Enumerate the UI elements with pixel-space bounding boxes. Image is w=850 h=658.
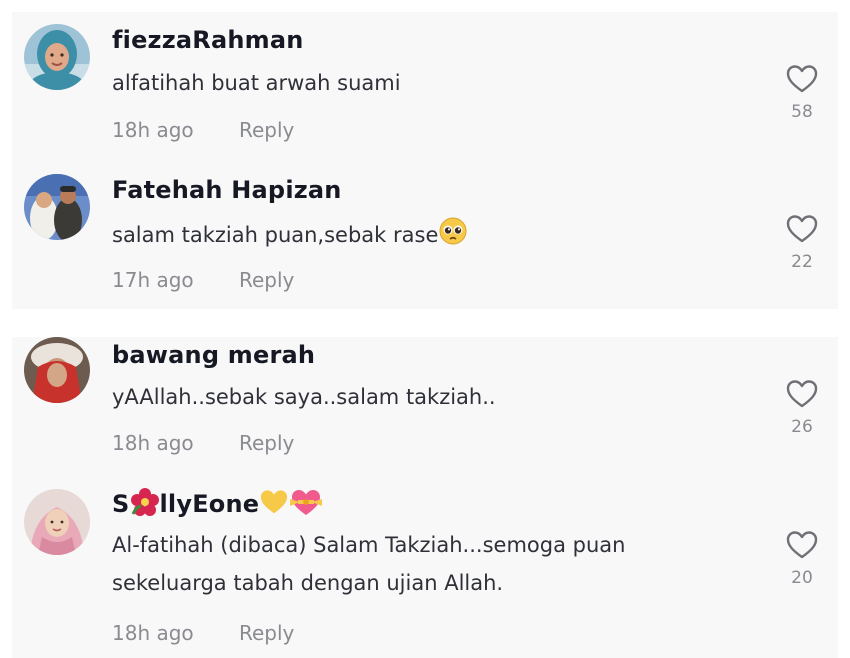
comment-username[interactable]: bawang merah: [112, 341, 315, 369]
comment-time: 18h ago: [112, 118, 194, 142]
like-button[interactable]: 26: [782, 379, 822, 437]
reply-button[interactable]: Reply: [239, 118, 294, 142]
comments-panel-2: bawang merah yAAllah..sebak saya..salam …: [12, 337, 838, 658]
heart-outline-icon[interactable]: [786, 379, 818, 409]
comment-text: yAAllah..sebak saya..salam takziah..: [112, 385, 496, 409]
like-count: 58: [791, 102, 813, 122]
comment-username[interactable]: Fatehah Hapizan: [112, 176, 342, 204]
avatar[interactable]: [24, 174, 90, 240]
comment-time: 18h ago: [112, 621, 194, 645]
like-count: 26: [791, 417, 813, 437]
yellow-heart-emoji: [259, 488, 289, 522]
reply-button[interactable]: Reply: [239, 431, 294, 455]
comment-username[interactable]: fiezzaRahman: [112, 26, 304, 54]
heart-outline-icon[interactable]: [786, 64, 818, 94]
reply-button[interactable]: Reply: [239, 621, 294, 645]
like-button[interactable]: 20: [782, 530, 822, 588]
avatar[interactable]: [24, 24, 90, 90]
comment-text: salam takziah puan,sebak rase: [112, 216, 468, 256]
pleading-face-emoji: [438, 216, 468, 256]
comment-meta: 18h ago Reply: [112, 621, 294, 645]
comment-meta: 18h ago Reply: [112, 118, 294, 142]
comment-time: 17h ago: [112, 268, 194, 292]
comment-username[interactable]: S llyEone: [112, 487, 323, 523]
comment-meta: 17h ago Reply: [112, 268, 294, 292]
comment-text: sekeluarga tabah dengan ujian Allah.: [112, 571, 504, 595]
avatar[interactable]: [24, 337, 90, 403]
avatar[interactable]: [24, 489, 90, 555]
username-part: S: [112, 490, 130, 518]
comment-text-body: salam takziah puan,sebak rase: [112, 223, 439, 247]
like-button[interactable]: 58: [782, 64, 822, 122]
heart-outline-icon[interactable]: [786, 214, 818, 244]
reply-button[interactable]: Reply: [239, 268, 294, 292]
hibiscus-emoji: [130, 487, 160, 523]
like-count: 20: [791, 568, 813, 588]
comments-panel-1: fiezzaRahman alfatihah buat arwah suami …: [12, 12, 838, 309]
heart-outline-icon[interactable]: [786, 530, 818, 560]
like-count: 22: [791, 252, 813, 272]
comment-text: alfatihah buat arwah suami: [112, 71, 401, 95]
username-part: llyEone: [159, 490, 260, 518]
like-button[interactable]: 22: [782, 214, 822, 272]
comment-text: Al-fatihah (dibaca) Salam Takziah...semo…: [112, 533, 626, 557]
comment-time: 18h ago: [112, 431, 194, 455]
heart-with-ribbon-emoji: [289, 487, 323, 523]
comment-meta: 18h ago Reply: [112, 431, 294, 455]
